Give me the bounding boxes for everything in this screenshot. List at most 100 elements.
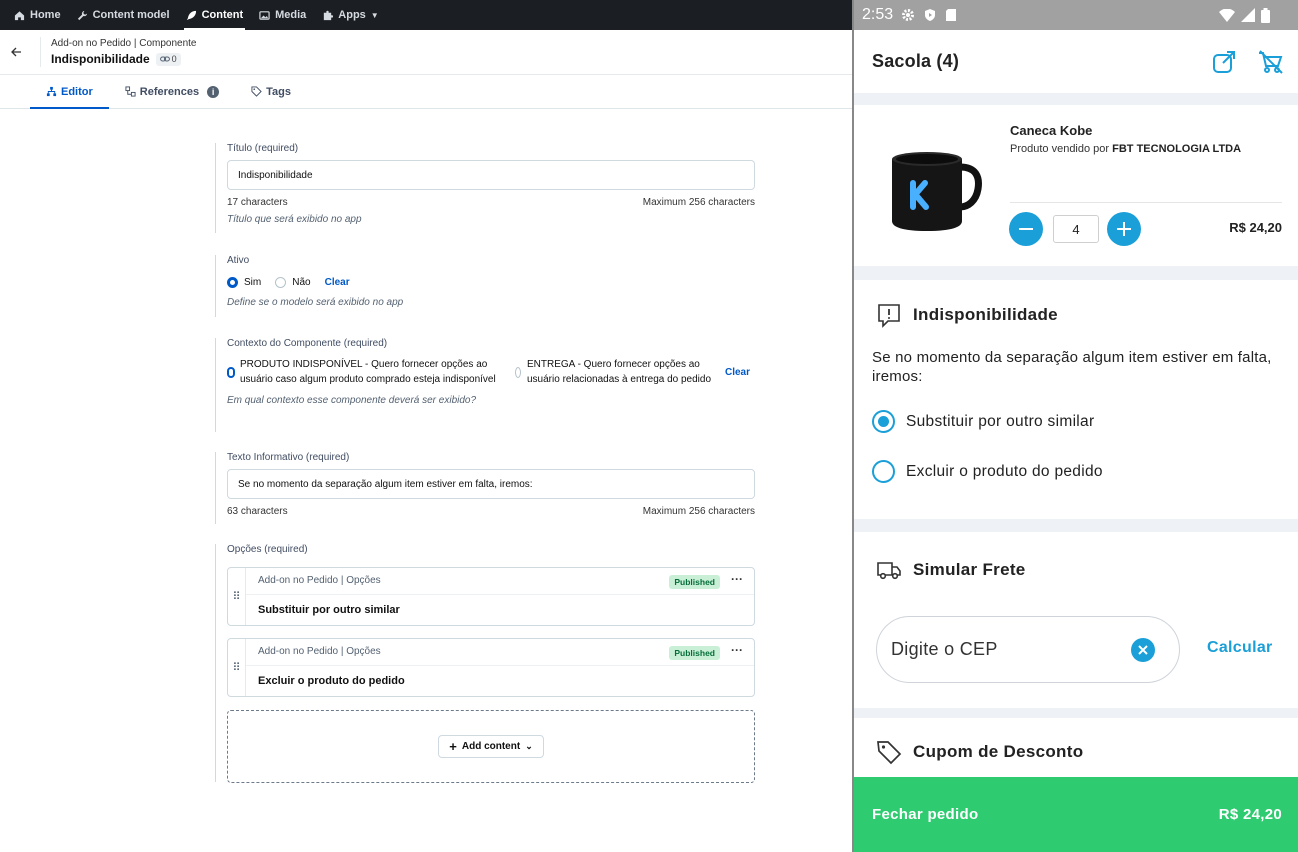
shield-icon bbox=[925, 9, 936, 21]
tab-references-label: References bbox=[139, 85, 200, 98]
sitemap-icon bbox=[46, 86, 57, 97]
section-header: Cupom de Desconto bbox=[876, 739, 1083, 765]
nav-home[interactable]: Home bbox=[6, 0, 69, 30]
decrease-quantity-button[interactable] bbox=[1009, 212, 1043, 246]
alert-message-icon bbox=[878, 304, 900, 328]
references-icon bbox=[125, 86, 136, 97]
breadcrumb: Add-on no Pedido | Componente bbox=[51, 38, 197, 49]
product-price: R$ 24,20 bbox=[1229, 220, 1282, 235]
field-texto-informativo: Texto Informativo (required) Se no momen… bbox=[215, 452, 755, 524]
status-badge: Published bbox=[669, 646, 720, 660]
radio-sim-label: Sim bbox=[244, 277, 262, 288]
status-badge: Published bbox=[669, 575, 720, 589]
tab-editor[interactable]: Editor bbox=[30, 75, 109, 109]
char-count: 63 characters bbox=[227, 506, 288, 517]
help-text: Em qual contexto esse componente deverá … bbox=[227, 395, 477, 406]
radio-unselected[interactable] bbox=[872, 460, 895, 483]
radio-nao[interactable] bbox=[275, 277, 287, 288]
seller-name: FBT TECNOLOGIA LTDA bbox=[1112, 143, 1242, 155]
nav-content-model[interactable]: Content model bbox=[69, 0, 178, 30]
nav-content[interactable]: Content bbox=[178, 0, 252, 30]
mobile-app-preview: 2:53 Sacola (4) Caneca Kobe Produto vend… bbox=[852, 0, 1298, 852]
clear-input-button[interactable] bbox=[1131, 638, 1155, 662]
nav-media[interactable]: Media bbox=[251, 0, 314, 30]
more-options-icon[interactable]: ··· bbox=[731, 572, 743, 586]
back-button[interactable] bbox=[10, 45, 24, 59]
reference-card[interactable]: ⠿ Add-on no Pedido | Opções Published ··… bbox=[227, 638, 755, 697]
help-text: Define se o modelo será exibido no app bbox=[227, 297, 404, 308]
more-options-icon[interactable]: ··· bbox=[731, 643, 743, 657]
header-divider bbox=[40, 37, 41, 67]
radio-nao-label: Não bbox=[292, 277, 311, 288]
field-ativo: Ativo Sim Não Clear Define se o modelo s… bbox=[215, 255, 755, 317]
section-header: Indisponibilidade bbox=[876, 302, 1058, 328]
tab-references[interactable]: References i bbox=[109, 75, 235, 108]
page-title: Sacola (4) bbox=[872, 51, 960, 71]
wifi-icon bbox=[1219, 8, 1235, 22]
radio-sim[interactable] bbox=[227, 277, 238, 288]
nav-home-label: Home bbox=[30, 9, 61, 21]
cep-placeholder: Digite o CEP bbox=[891, 639, 998, 659]
char-max: Maximum 256 characters bbox=[642, 506, 755, 517]
radio-selected[interactable] bbox=[872, 410, 895, 433]
link-icon bbox=[159, 56, 170, 62]
links-badge[interactable]: 0 bbox=[155, 52, 181, 66]
status-bar: 2:53 bbox=[854, 0, 1298, 30]
share-icon[interactable] bbox=[1210, 48, 1238, 76]
drag-handle-icon[interactable]: ⠿ bbox=[228, 568, 246, 625]
reference-type: Add-on no Pedido | Opções bbox=[258, 575, 381, 586]
minus-icon bbox=[1019, 228, 1033, 230]
truck-icon bbox=[877, 562, 901, 580]
reference-title: Substituir por outro similar bbox=[258, 604, 400, 616]
nav-content-model-label: Content model bbox=[92, 9, 170, 21]
texto-input[interactable]: Se no momento da separação algum item es… bbox=[227, 469, 755, 499]
increase-quantity-button[interactable] bbox=[1107, 212, 1141, 246]
divider bbox=[1010, 202, 1282, 203]
field-label: Ativo bbox=[227, 255, 250, 266]
info-icon[interactable]: i bbox=[207, 85, 220, 98]
app-bar: Sacola (4) bbox=[854, 30, 1298, 93]
signal-icon bbox=[1241, 8, 1255, 22]
indisponibilidade-section: Indisponibilidade Se no momento da separ… bbox=[854, 280, 1298, 519]
plus-icon bbox=[1117, 222, 1131, 236]
chevron-down-icon: ⌄ bbox=[525, 741, 533, 751]
section-title: Indisponibilidade bbox=[913, 305, 1058, 324]
clear-cart-icon[interactable] bbox=[1256, 48, 1284, 76]
option-substituir[interactable]: Substituir por outro similar bbox=[872, 410, 1094, 433]
links-count: 0 bbox=[171, 54, 177, 64]
reference-card[interactable]: ⠿ Add-on no Pedido | Opções Published ··… bbox=[227, 567, 755, 626]
nav-content-label: Content bbox=[201, 9, 244, 21]
seller-prefix: Produto vendido por bbox=[1010, 143, 1110, 155]
section-title: Cupom de Desconto bbox=[913, 742, 1084, 761]
drag-handle-icon[interactable]: ⠿ bbox=[228, 639, 246, 696]
clear-link[interactable]: Clear bbox=[725, 367, 750, 378]
tag-icon bbox=[251, 86, 262, 97]
checkout-label: Fechar pedido bbox=[872, 806, 979, 823]
section-title: Simular Frete bbox=[913, 560, 1026, 579]
tab-tags-label: Tags bbox=[266, 85, 291, 98]
radio-entrega[interactable] bbox=[515, 366, 521, 378]
close-icon bbox=[1138, 645, 1148, 655]
checkout-button[interactable]: Fechar pedido R$ 24,20 bbox=[854, 777, 1298, 852]
tab-tags[interactable]: Tags bbox=[235, 75, 307, 108]
cep-input[interactable]: Digite o CEP bbox=[876, 616, 1180, 683]
nav-apps[interactable]: Apps ▼ bbox=[314, 0, 386, 30]
field-label: Texto Informativo (required) bbox=[227, 452, 350, 463]
home-icon bbox=[14, 10, 25, 20]
quantity-field[interactable]: 4 bbox=[1053, 215, 1099, 243]
help-text: Título que será exibido no app bbox=[227, 214, 362, 225]
field-label: Contexto do Componente (required) bbox=[227, 338, 388, 349]
calcular-button[interactable]: Calcular bbox=[1207, 639, 1273, 657]
card-divider bbox=[246, 594, 754, 595]
clear-link[interactable]: Clear bbox=[325, 277, 350, 288]
titulo-input[interactable]: Indisponibilidade bbox=[227, 160, 755, 190]
cart-item: Caneca Kobe Produto vendido por FBT TECN… bbox=[854, 105, 1298, 266]
product-image bbox=[892, 152, 982, 231]
option-excluir[interactable]: Excluir o produto do pedido bbox=[872, 460, 1103, 483]
radio-produto-indisponivel[interactable] bbox=[227, 366, 235, 378]
field-opcoes: Opções (required) ⠿ Add-on no Pedido | O… bbox=[215, 544, 755, 783]
gear-icon bbox=[902, 9, 915, 21]
cms-editor: Home Content model Content Media Apps ▼ bbox=[0, 0, 852, 852]
add-content-button[interactable]: + Add content ⌄ bbox=[438, 735, 544, 758]
nav-media-label: Media bbox=[275, 9, 307, 21]
